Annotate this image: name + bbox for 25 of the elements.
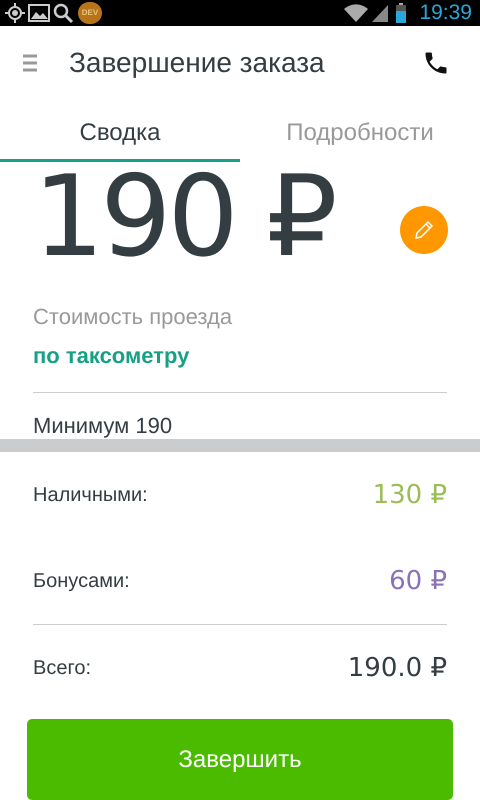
signal-icon [371, 3, 390, 23]
fare-mode: по таксометру [33, 342, 190, 370]
image-icon [28, 3, 50, 23]
tab[interactable]: Подробности [240, 100, 480, 162]
finish-button[interactable]: Завершить [27, 719, 453, 800]
screen-title: Завершение заказа [69, 46, 325, 80]
wifi-icon [343, 3, 370, 23]
gps-icon [4, 2, 26, 24]
payment-label: Бонусами: [33, 569, 130, 594]
edit-button[interactable] [400, 206, 448, 254]
payment-amount: 130 ₽ [372, 478, 447, 512]
menu-icon[interactable] [22, 53, 38, 73]
search-icon [52, 2, 74, 24]
payment-label: Всего: [33, 656, 91, 681]
tab[interactable]: Сводка [0, 100, 240, 162]
payment-amount: 60 ₽ [389, 564, 447, 598]
fare-label: Стоимость проезда [33, 303, 234, 331]
minimum-fare: Минимум 190 [33, 412, 174, 440]
fare-amount: 190 ₽ [33, 162, 334, 272]
battery-icon [395, 2, 408, 24]
status-time: 19:39 [419, 0, 472, 26]
pencil-icon [413, 219, 435, 241]
payment-label: Наличными: [33, 483, 148, 508]
dev-badge: DEV [78, 2, 102, 24]
payment-amount: 190.0 ₽ [348, 652, 447, 684]
